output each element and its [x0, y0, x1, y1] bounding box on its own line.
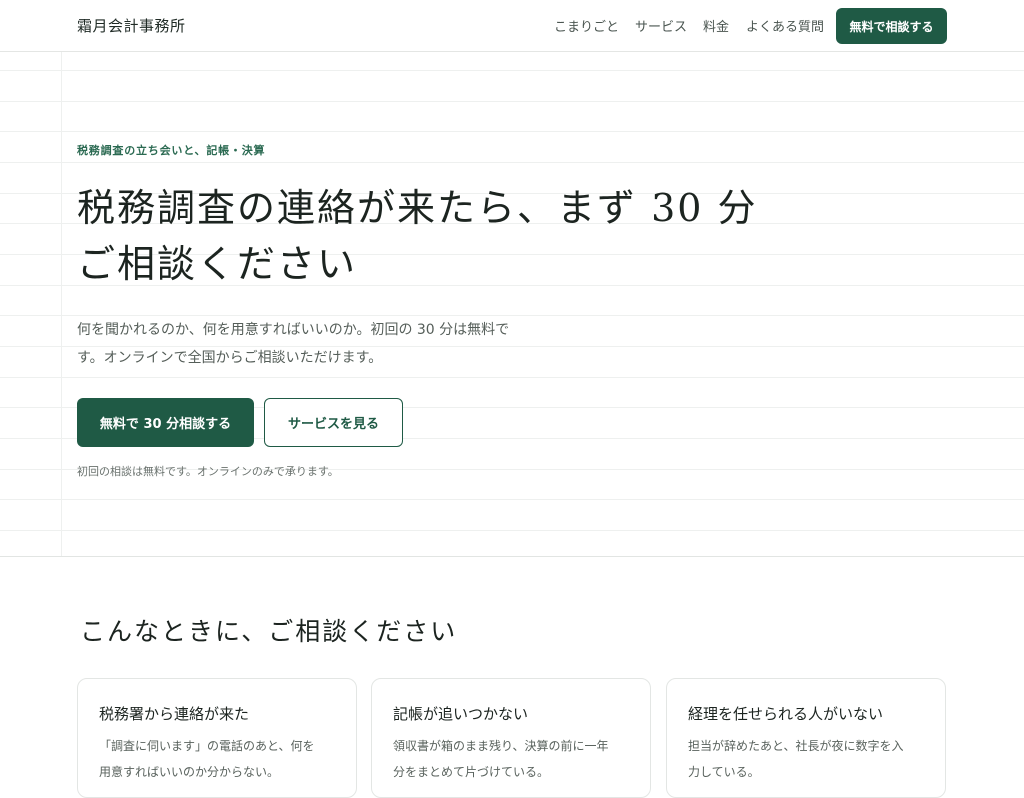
card-text-line1: 「調査に伺います」の電話のあと、何を — [99, 739, 315, 753]
card-text-line1: 領収書が箱のまま残り、決算の前に一年 — [393, 739, 609, 753]
card-title: 記帳が追いつかない — [393, 705, 529, 723]
grid-line — [0, 377, 1024, 378]
grid-line — [0, 101, 1024, 102]
problem-card-tax-office: 税務署から連絡が来た 「調査に伺います」の電話のあと、何を 用意すればいいのか分… — [77, 678, 357, 798]
card-text: 担当が辞めたあと、社長が夜に数字を入 力している。 — [688, 733, 928, 785]
hero-title-line2: ご相談ください — [77, 242, 358, 286]
hero-description: 何を聞かれるのか、何を用意すればいいのか。初回の 30 分は無料で す。オンライ… — [77, 316, 547, 372]
grid-line — [0, 131, 1024, 132]
grid-line — [0, 530, 1024, 531]
problem-card-bookkeeping: 記帳が追いつかない 領収書が箱のまま残り、決算の前に一年 分をまとめて片づけてい… — [371, 678, 651, 798]
card-title: 経理を任せられる人がいない — [688, 705, 884, 723]
card-text-line1: 担当が辞めたあと、社長が夜に数字を入 — [688, 739, 904, 753]
card-text-line2: 用意すればいいのか分からない。 — [99, 765, 280, 779]
card-text: 領収書が箱のまま残り、決算の前に一年 分をまとめて片づけている。 — [393, 733, 633, 785]
card-text-line2: 力している。 — [688, 765, 760, 779]
nav-link-services[interactable]: サービス — [635, 16, 687, 35]
hero-description-line1: 何を聞かれるのか、何を用意すればいいのか。初回の 30 分は無料で — [77, 322, 510, 338]
view-services-button[interactable]: サービスを見る — [264, 398, 403, 447]
hero-title-line1: 税務調査の連絡が来たら、まず 30 分 — [77, 186, 758, 230]
consult-30min-button[interactable]: 無料で 30 分相談する — [77, 398, 254, 447]
hero-eyebrow: 税務調査の立ち会いと、記帳・決算 — [77, 144, 266, 157]
nav-link-troubles[interactable]: こまりごと — [554, 16, 619, 35]
grid-line — [0, 70, 1024, 71]
site-header: 霜月会計事務所 こまりごと サービス 料金 よくある質問 無料で相談する — [0, 0, 1024, 52]
problems-section-title: こんなときに、ご相談ください — [80, 617, 458, 646]
site-logo[interactable]: 霜月会計事務所 — [77, 15, 186, 36]
hero-note: 初回の相談は無料です。オンラインのみで承ります。 — [77, 465, 339, 478]
hero-title: 税務調査の連絡が来たら、まず 30 分 ご相談ください — [77, 180, 837, 292]
nav-link-faq[interactable]: よくある質問 — [746, 16, 824, 35]
header-consult-button[interactable]: 無料で相談する — [836, 8, 947, 44]
card-text-line2: 分をまとめて片づけている。 — [393, 765, 550, 779]
grid-line — [0, 499, 1024, 500]
grid-line — [0, 162, 1024, 163]
card-title: 税務署から連絡が来た — [99, 705, 250, 723]
hero-background-grid — [0, 52, 1024, 557]
card-text: 「調査に伺います」の電話のあと、何を 用意すればいいのか分からない。 — [99, 733, 339, 785]
hero-description-line2: す。オンラインで全国からご相談いただけます。 — [77, 350, 383, 366]
problem-card-no-accountant: 経理を任せられる人がいない 担当が辞めたあと、社長が夜に数字を入 力している。 — [666, 678, 946, 798]
nav-link-pricing[interactable]: 料金 — [703, 16, 729, 35]
grid-vertical-line — [61, 52, 62, 556]
